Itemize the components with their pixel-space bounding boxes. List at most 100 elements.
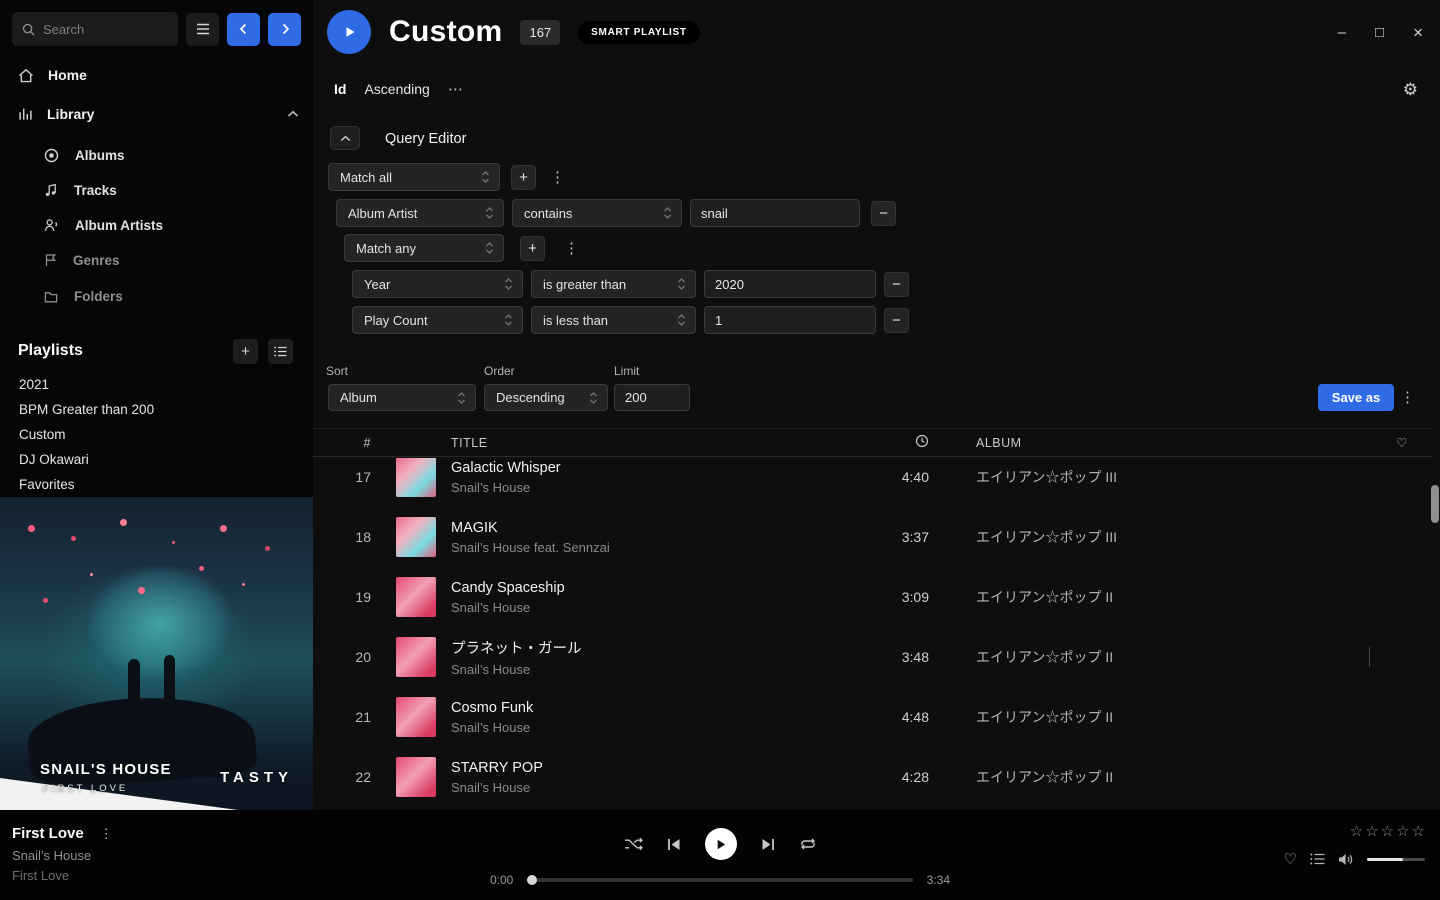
repeat-button[interactable] — [799, 837, 817, 851]
playlist-label: BPM Greater than 200 — [19, 402, 154, 417]
track-row[interactable]: 20 プラネット・ガール Snail’s House 3:48 エイリアン☆ポッ… — [313, 627, 1432, 687]
settings-gear-icon[interactable]: ⚙ — [1403, 80, 1418, 100]
search-input[interactable] — [43, 22, 153, 37]
sidebar-item-label: Folders — [74, 289, 123, 304]
sort-field-button[interactable]: Id — [334, 81, 346, 97]
track-number: 21 — [313, 709, 371, 725]
sidebar-item-album-artists[interactable]: Album Artists — [44, 210, 163, 240]
rule-operator-select[interactable]: contains — [512, 199, 682, 227]
shuffle-button[interactable] — [624, 837, 643, 851]
track-number: 20 — [313, 649, 371, 665]
track-row[interactable]: 19 Candy Spaceship Snail’s House 3:09 エイ… — [313, 567, 1432, 627]
add-rule-button[interactable]: + — [511, 165, 536, 190]
nav-back-button[interactable] — [227, 13, 260, 46]
rule-field-select[interactable]: Album Artist — [336, 199, 504, 227]
order-select[interactable]: Descending — [484, 384, 608, 411]
save-menu-button[interactable]: ⋮ — [1397, 388, 1418, 406]
remove-rule-button[interactable]: − — [884, 308, 909, 333]
track-row[interactable]: 17 Galactic Whisper Snail’s House 4:40 エ… — [313, 458, 1432, 507]
scrollbar-thumb[interactable] — [1431, 485, 1439, 523]
next-track-button[interactable] — [761, 838, 775, 851]
limit-input[interactable] — [614, 384, 690, 411]
search-box[interactable] — [12, 12, 178, 46]
play-pause-button[interactable] — [705, 828, 737, 860]
sidebar-item-folders[interactable]: Folders — [44, 281, 123, 311]
match-any-select[interactable]: Match any — [344, 234, 504, 262]
star-icon[interactable]: ☆ — [1350, 822, 1363, 840]
rule-operator-select[interactable]: is greater than — [531, 270, 696, 298]
playlist-item-bpm[interactable]: BPM Greater than 200 — [19, 397, 154, 421]
column-header-title[interactable]: TITLE — [451, 436, 874, 450]
column-header-album[interactable]: ALBUM — [962, 436, 1372, 450]
nav-forward-button[interactable] — [268, 13, 301, 46]
page-title: Custom — [389, 15, 502, 49]
remove-rule-button[interactable]: − — [884, 272, 909, 297]
playlist-item-favorites[interactable]: Favorites — [19, 472, 75, 496]
queue-button[interactable] — [1310, 853, 1325, 865]
star-icon[interactable]: ☆ — [1396, 822, 1409, 840]
playlist-list-button[interactable] — [268, 339, 293, 364]
star-icon[interactable]: ☆ — [1381, 822, 1394, 840]
playlist-item-2021[interactable]: 2021 — [19, 372, 49, 396]
hamburger-icon — [196, 23, 210, 35]
rating-stars: ☆ ☆ ☆ ☆ ☆ — [1284, 822, 1425, 840]
track-album-focused-cell[interactable]: エイリアン☆ポップ II — [962, 647, 1372, 667]
track-row[interactable]: 21 Cosmo Funk Snail’s House 4:48 エイリアン☆ポ… — [313, 687, 1432, 747]
menu-button[interactable] — [186, 13, 219, 46]
save-as-button[interactable]: Save as — [1318, 384, 1394, 411]
seek-bar[interactable] — [527, 878, 912, 882]
collapse-chevron-icon[interactable] — [287, 110, 299, 118]
sidebar-item-home[interactable]: Home — [18, 60, 299, 90]
sidebar-item-albums[interactable]: Albums — [44, 140, 125, 170]
column-header-duration[interactable] — [874, 434, 929, 451]
track-title: Candy Spaceship — [451, 580, 874, 596]
rule-field-select[interactable]: Play Count — [352, 306, 523, 334]
playlist-item-custom[interactable]: Custom — [19, 422, 66, 446]
maximize-button[interactable]: □ — [1375, 25, 1384, 40]
rule-group-menu-button[interactable]: ⋮ — [561, 239, 582, 257]
remove-rule-button[interactable]: − — [871, 201, 896, 226]
chevron-right-icon — [279, 23, 291, 35]
star-icon[interactable]: ☆ — [1365, 822, 1378, 840]
add-playlist-button[interactable]: + — [233, 339, 258, 364]
sidebar-item-genres[interactable]: Genres — [44, 245, 120, 275]
close-button[interactable]: × — [1413, 24, 1423, 41]
minus-icon: − — [892, 276, 901, 293]
rule-value-input[interactable] — [704, 270, 876, 298]
track-number: 18 — [313, 529, 371, 545]
column-header-number[interactable]: # — [313, 436, 371, 450]
minimize-button[interactable]: – — [1338, 25, 1346, 40]
rule-value-input[interactable] — [690, 199, 860, 227]
seek-handle[interactable] — [527, 875, 537, 885]
track-artist: Snail’s House — [451, 720, 874, 735]
rule-value-input[interactable] — [704, 306, 876, 334]
sidebar-item-library[interactable]: Library — [18, 99, 299, 129]
match-all-select[interactable]: Match all — [328, 163, 500, 191]
volume-icon[interactable] — [1338, 853, 1354, 866]
track-row[interactable]: 18 MAGIK Snail’s House feat. Sennzai 3:3… — [313, 507, 1432, 567]
rule-group-menu-button[interactable]: ⋮ — [547, 168, 568, 186]
track-row[interactable]: 22 STARRY POP Snail’s House 4:28 エイリアン☆ポ… — [313, 747, 1432, 807]
track-number: 22 — [313, 769, 371, 785]
playlist-item-dj-okawari[interactable]: DJ Okawari — [19, 447, 89, 471]
more-options-button[interactable]: ⋯ — [448, 80, 464, 98]
figures-silhouette-decoration — [120, 645, 200, 707]
star-icon[interactable]: ☆ — [1412, 822, 1425, 840]
select-value: Match all — [340, 170, 392, 185]
query-editor-collapse-button[interactable] — [330, 126, 360, 150]
column-header-favorite[interactable]: ♡ — [1372, 435, 1432, 450]
sort-select[interactable]: Album — [328, 384, 476, 411]
favorite-heart-button[interactable]: ♡ — [1284, 850, 1297, 868]
previous-track-button[interactable] — [667, 838, 681, 851]
playlist-play-button[interactable] — [327, 10, 371, 54]
rule-field-select[interactable]: Year — [352, 270, 523, 298]
track-title: Galactic Whisper — [451, 460, 874, 476]
add-rule-button[interactable]: + — [520, 236, 545, 261]
sidebar-item-tracks[interactable]: Tracks — [44, 175, 117, 205]
rule-operator-select[interactable]: is less than — [531, 306, 696, 334]
chevron-left-icon — [238, 23, 250, 35]
now-playing-menu-button[interactable]: ⋮ — [97, 826, 116, 842]
sort-direction-button[interactable]: Ascending — [364, 81, 429, 97]
play-icon — [714, 838, 727, 851]
volume-slider[interactable] — [1367, 858, 1425, 861]
